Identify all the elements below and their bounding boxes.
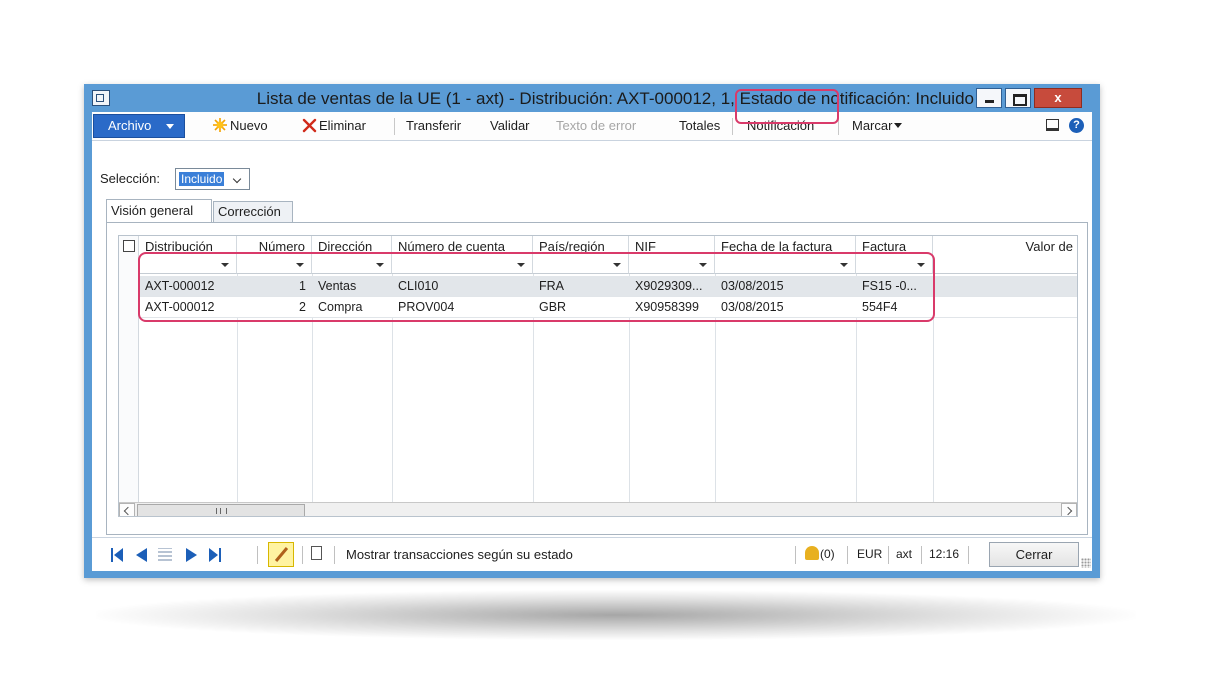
status-separator <box>302 546 303 564</box>
select-all-checkbox[interactable] <box>123 240 135 252</box>
filter-valor <box>933 258 1077 274</box>
marcar-menu-button[interactable]: Marcar <box>852 112 903 140</box>
resize-grip-icon[interactable] <box>1081 558 1091 568</box>
status-separator <box>921 546 922 564</box>
arrow-right-icon <box>1063 506 1073 516</box>
menu-separator <box>394 118 395 135</box>
maximize-button[interactable] <box>1005 88 1031 108</box>
totales-button[interactable]: Totales <box>679 112 720 140</box>
new-sun-icon <box>213 118 227 132</box>
delete-x-icon <box>302 118 317 133</box>
archivo-menu-button[interactable]: Archivo <box>93 114 185 138</box>
close-icon: x <box>1054 90 1062 105</box>
currency-indicator[interactable]: EUR <box>857 547 882 561</box>
scroll-left-button[interactable] <box>119 503 135 516</box>
time-display: 12:16 <box>929 547 960 561</box>
company-indicator[interactable]: axt <box>896 547 912 561</box>
transferir-button[interactable]: Transferir <box>406 112 461 140</box>
grip-icon <box>216 508 227 514</box>
next-record-icon[interactable] <box>186 548 198 562</box>
status-separator <box>847 546 848 564</box>
app-window: Lista de ventas de la UE (1 - axt) - Dis… <box>84 84 1100 578</box>
panel-toggle-icon[interactable] <box>1046 119 1059 131</box>
tab-vision-general[interactable]: Visión general <box>106 199 212 223</box>
window-shadow <box>96 590 1136 640</box>
horizontal-scrollbar[interactable] <box>119 502 1077 516</box>
minimize-button[interactable] <box>976 88 1002 108</box>
document-icon[interactable] <box>311 546 322 560</box>
scrollbar-thumb[interactable] <box>137 504 305 516</box>
chevron-down-icon <box>232 174 242 184</box>
previous-record-icon[interactable] <box>136 548 148 562</box>
rows-highlight <box>138 252 935 322</box>
selection-value: Incluido <box>179 172 225 186</box>
window-title: Lista de ventas de la UE (1 - axt) - Dis… <box>256 89 974 108</box>
close-window-button[interactable]: x <box>1034 88 1082 108</box>
first-record-icon[interactable] <box>111 548 123 562</box>
help-icon[interactable]: ? <box>1069 118 1084 133</box>
title-bar[interactable]: Lista de ventas de la UE (1 - axt) - Dis… <box>84 84 1100 112</box>
caret-down-icon <box>894 123 903 128</box>
action-pane: Archivo Nuevo Eliminar Transferir Valida… <box>92 112 1092 141</box>
bell-icon[interactable] <box>805 546 819 560</box>
scroll-right-button[interactable] <box>1061 503 1077 516</box>
edit-mode-button[interactable] <box>268 542 294 567</box>
row-selector-column <box>119 236 139 516</box>
status-message: Mostrar transacciones según su estado <box>346 547 573 562</box>
selection-dropdown[interactable]: Incluido <box>175 168 250 190</box>
client-area: Archivo Nuevo Eliminar Transferir Valida… <box>92 112 1092 570</box>
cell-valor[interactable] <box>933 276 1077 296</box>
status-separator <box>795 546 796 564</box>
eliminar-button[interactable]: Eliminar <box>319 112 366 140</box>
caret-down-icon <box>166 124 174 129</box>
menu-separator <box>732 118 733 135</box>
status-bar: Mostrar transacciones según su estado (0… <box>92 537 1092 571</box>
arrow-left-icon <box>123 506 133 516</box>
nuevo-button[interactable]: Nuevo <box>230 112 268 140</box>
pencil-icon <box>274 547 289 562</box>
status-separator <box>257 546 258 564</box>
app-icon <box>92 90 110 106</box>
texto-error-button[interactable]: Texto de error <box>556 112 636 140</box>
marcar-label: Marcar <box>852 118 893 133</box>
notification-count: (0) <box>820 547 835 561</box>
status-separator <box>888 546 889 564</box>
selection-label: Selección: <box>100 171 160 186</box>
last-record-icon[interactable] <box>209 548 221 562</box>
status-separator <box>968 546 969 564</box>
notificacion-highlight <box>735 89 839 124</box>
archivo-label: Archivo <box>108 118 152 133</box>
cerrar-button[interactable]: Cerrar <box>989 542 1079 567</box>
column-header-valor[interactable]: Valor de <box>933 236 1077 258</box>
grid-view-icon[interactable] <box>158 548 172 561</box>
status-separator <box>334 546 335 564</box>
validar-button[interactable]: Validar <box>490 112 530 140</box>
tab-correccion[interactable]: Corrección <box>213 201 293 223</box>
cell-valor[interactable] <box>933 297 1077 317</box>
